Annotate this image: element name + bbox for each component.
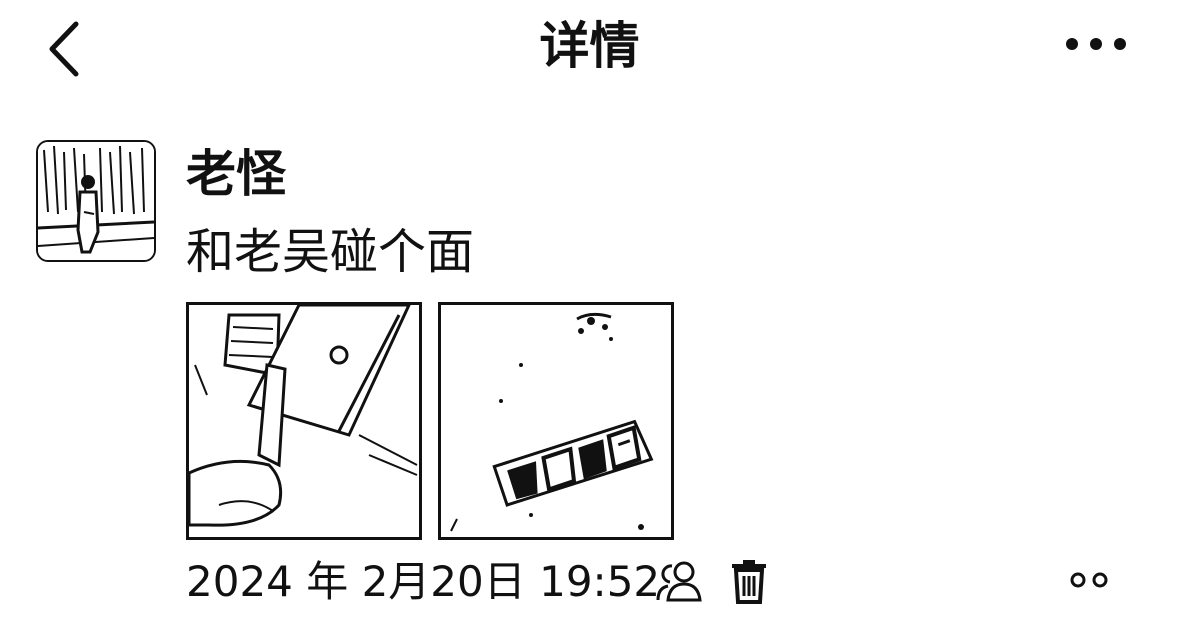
photo-image xyxy=(189,305,419,537)
post-photo-2[interactable] xyxy=(438,302,674,540)
avatar-image xyxy=(38,142,154,260)
post-photo-1[interactable] xyxy=(186,302,422,540)
two-dots-icon xyxy=(1070,572,1108,588)
ellipsis-icon xyxy=(1066,38,1126,50)
photo-image xyxy=(441,305,671,537)
delete-button[interactable] xyxy=(728,558,770,604)
page-title: 详情 xyxy=(539,17,640,75)
trash-icon xyxy=(732,560,766,604)
friends-icon xyxy=(656,561,702,602)
avatar[interactable] xyxy=(36,140,156,262)
username[interactable]: 老怪 xyxy=(186,142,286,206)
post-timestamp: 2024 年 2月20日 19:52 xyxy=(186,557,661,606)
more-options-button[interactable] xyxy=(1058,24,1138,64)
visibility-button[interactable] xyxy=(654,558,704,604)
top-bar: 详情 xyxy=(0,0,1179,96)
like-comment-button[interactable] xyxy=(1066,566,1112,594)
post-text: 和老吴碰个面 xyxy=(186,224,475,280)
